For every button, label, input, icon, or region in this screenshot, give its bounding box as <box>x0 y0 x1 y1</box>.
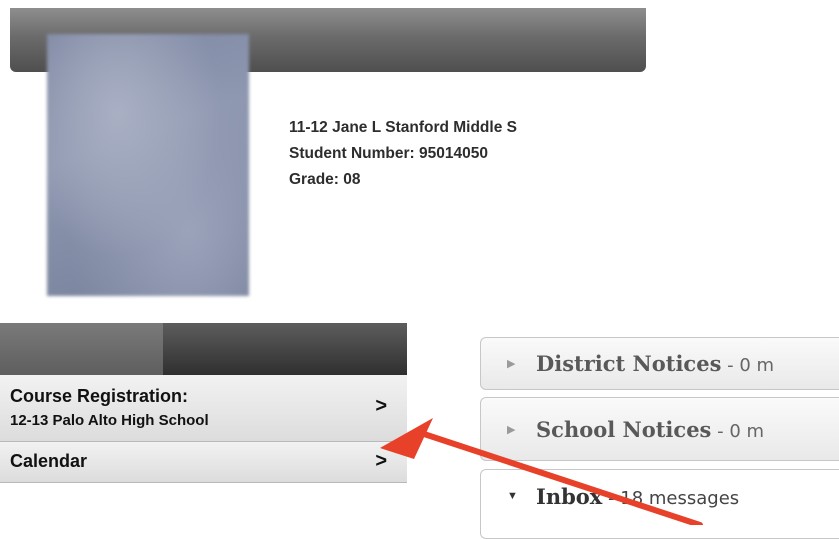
triangle-right-icon: ▶ <box>507 424 516 436</box>
student-number: Student Number: 95014050 <box>289 145 488 162</box>
chevron-right-icon: > <box>375 395 387 417</box>
district-notices-panel[interactable]: ▶ District Notices - 0 m <box>480 337 839 390</box>
district-notices-count: - 0 m <box>721 355 775 376</box>
sidebar-header <box>0 323 407 375</box>
calendar-label: Calendar <box>10 451 88 471</box>
district-notices-heading: District Notices - 0 m <box>536 351 774 376</box>
student-info: 11-12 Jane L Stanford Middle S Student N… <box>289 115 517 193</box>
school-notices-count: - 0 m <box>711 421 765 442</box>
inbox-title: Inbox <box>536 484 603 509</box>
triangle-right-icon: ▶ <box>507 358 516 370</box>
triangle-down-icon: ▼ <box>507 490 518 502</box>
school-notices-panel[interactable]: ▶ School Notices - 0 m <box>480 397 839 461</box>
redacted-header-label <box>0 323 163 375</box>
school-notices-title: School Notices <box>536 417 712 442</box>
sidebar-nav: Course Registration: 12-13 Palo Alto Hig… <box>0 323 407 483</box>
inbox-count: - 18 messages <box>602 488 740 509</box>
school-name: 11-12 Jane L Stanford Middle S <box>289 119 517 136</box>
inbox-panel[interactable]: ▼ Inbox - 18 messages <box>480 469 839 539</box>
inbox-heading: Inbox - 18 messages <box>536 484 739 509</box>
student-grade: Grade: 08 <box>289 171 361 188</box>
district-notices-title: District Notices <box>536 351 722 376</box>
sidebar-item-course-registration[interactable]: Course Registration: 12-13 Palo Alto Hig… <box>0 375 407 442</box>
chevron-right-icon: > <box>375 450 387 472</box>
course-registration-school: 12-13 Palo Alto High School <box>10 412 209 429</box>
course-registration-label: Course Registration: <box>10 386 189 406</box>
sidebar-item-calendar[interactable]: Calendar > <box>0 442 407 483</box>
student-photo <box>47 34 249 296</box>
school-notices-heading: School Notices - 0 m <box>536 417 764 442</box>
